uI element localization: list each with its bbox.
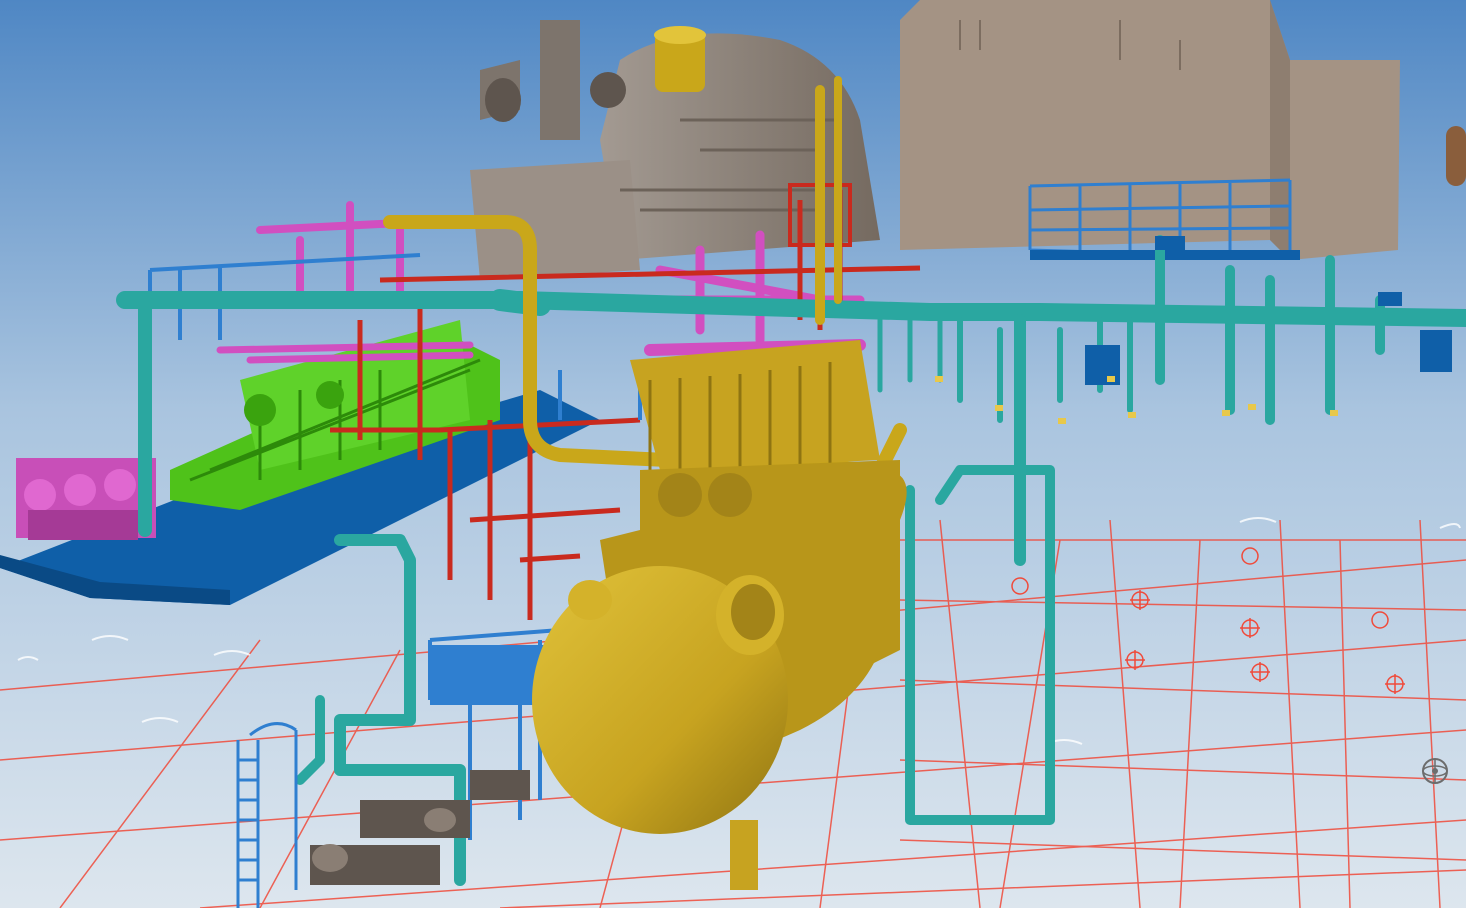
plant-3d-model-scene[interactable] — [0, 0, 1466, 908]
pump-support-frame — [430, 645, 550, 705]
oil-pump-unit — [16, 458, 156, 540]
orbit-icon — [1422, 758, 1448, 784]
3d-model-viewport[interactable] — [0, 0, 1466, 908]
orbit-tool-button[interactable] — [1418, 754, 1452, 788]
